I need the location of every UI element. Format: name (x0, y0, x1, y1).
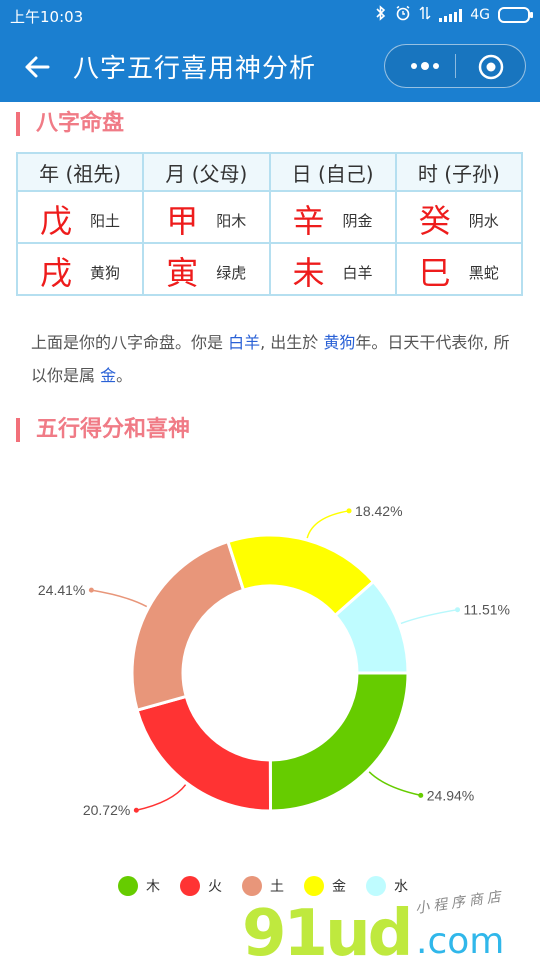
slice-火[interactable] (135, 694, 273, 813)
leader-dot-水 (455, 607, 461, 613)
slice-木[interactable] (268, 671, 410, 813)
close-miniprogram-button[interactable] (477, 53, 505, 81)
legend-swatch (366, 876, 386, 896)
branch-cell-day: 未白羊 (268, 242, 397, 296)
page-title: 八字五行喜用神分析 (73, 54, 317, 84)
desc-animal-link[interactable]: 白羊 (228, 333, 260, 352)
stem-cell-hour: 癸阴水 (394, 190, 524, 244)
status-icons: 4G (375, 5, 533, 25)
bazi-header-row: 年 (祖先) 月 (父母) 日 (自己) 时 (子孙) (15, 152, 524, 192)
branch-char: 未 (292, 254, 325, 292)
stem-char: 癸 (418, 202, 451, 240)
legend-swatch (118, 876, 138, 896)
legend-item-土[interactable]: 土 (242, 876, 284, 896)
stem-char: 辛 (292, 202, 325, 240)
status-bar: 上午10:03 4G (0, 0, 540, 32)
status-time: 上午10:03 (10, 8, 84, 26)
stem-char: 戊 (40, 202, 73, 240)
leader-line-火 (136, 784, 187, 811)
legend-swatch (180, 876, 200, 896)
leader-dot-金 (346, 508, 352, 514)
branch-char: 寅 (166, 254, 199, 292)
branch-label: 绿虎 (216, 264, 247, 282)
section-title-bazi: 八字命盘 (16, 112, 124, 136)
legend-item-木[interactable]: 木 (118, 876, 160, 896)
branch-char: 巳 (418, 254, 451, 292)
data-label-土: 24.41% (38, 582, 85, 598)
bazi-description: 上面是你的八字命盘。你是 白羊, 出生於 黄狗年。日天干代表你, 所以你是属 金… (31, 326, 511, 392)
more-dots-icon (411, 62, 439, 70)
leader-line-金 (306, 510, 350, 539)
stem-cell-month: 甲阳木 (142, 190, 271, 244)
branch-cell-month: 寅绿虎 (142, 242, 271, 296)
capsule-menu (384, 44, 526, 88)
stem-cell-year: 戊阳土 (15, 190, 145, 244)
desc-year-link[interactable]: 黄狗 (323, 333, 355, 352)
stem-label: 阳木 (216, 212, 247, 230)
legend-item-金[interactable]: 金 (304, 876, 346, 896)
legend-label: 木 (146, 879, 160, 895)
leader-line-木 (368, 771, 421, 797)
data-label-金: 18.42% (355, 503, 402, 519)
desc-text: , 出生於 (260, 333, 324, 352)
alarm-icon (395, 5, 411, 25)
legend-item-火[interactable]: 火 (180, 876, 222, 896)
desc-text: 上面是你的八字命盘。你是 (31, 333, 229, 352)
data-label-火: 20.72% (83, 802, 130, 818)
close-circle-icon (478, 54, 504, 80)
legend-label: 水 (394, 879, 408, 895)
branch-row: 戌黄狗 寅绿虎 未白羊 巳黑蛇 (15, 242, 524, 296)
stem-label: 阴金 (342, 212, 373, 230)
bazi-table: 年 (祖先) 月 (父母) 日 (自己) 时 (子孙) 戊阳土 甲阳木 辛阴金 … (15, 152, 524, 296)
section-title-wuxing: 五行得分和喜神 (16, 418, 190, 442)
branch-label: 白羊 (342, 264, 373, 282)
stem-label: 阴水 (468, 212, 499, 230)
data-label-木: 24.94% (427, 787, 474, 803)
svg-text:91ud: 91ud (242, 897, 410, 960)
leader-dot-木 (418, 792, 424, 798)
bluetooth-icon (375, 5, 387, 25)
branch-label: 黄狗 (90, 264, 121, 282)
legend-item-水[interactable]: 水 (366, 876, 408, 896)
wuxing-donut-chart: 24.94% 20.72% 24.41% 18.42% 11.51% (38, 503, 510, 818)
branch-char: 戌 (40, 254, 73, 292)
branch-cell-hour: 巳黑蛇 (394, 242, 524, 296)
desc-element-link[interactable]: 金 (100, 366, 116, 385)
leader-line-水 (400, 608, 458, 625)
leader-dot-火 (133, 807, 139, 813)
stem-char: 甲 (166, 202, 199, 240)
data-transfer-icon (419, 5, 431, 25)
chart-legend: 木火土金水 (118, 876, 408, 896)
network-type: 4G (470, 7, 490, 23)
leader-line-土 (91, 589, 148, 608)
signal-strength-icon (439, 8, 463, 22)
leader-dot-土 (88, 587, 94, 593)
stem-cell-day: 辛阴金 (268, 190, 397, 244)
stem-label: 阳土 (90, 212, 121, 230)
legend-label: 火 (208, 879, 222, 895)
battery-icon (498, 7, 533, 23)
legend-swatch (242, 876, 262, 896)
legend-label: 土 (270, 879, 284, 895)
capsule-divider (455, 54, 456, 78)
header-hour: 时 (子孙) (394, 152, 524, 192)
navigation-bar: 八字五行喜用神分析 (0, 32, 540, 102)
back-arrow-icon (25, 56, 50, 78)
svg-text:.com: .com (416, 921, 504, 960)
back-button[interactable] (22, 52, 52, 82)
svg-text:小程序商店: 小程序商店 (414, 889, 505, 917)
more-button[interactable] (405, 54, 445, 78)
slice-土[interactable] (130, 539, 246, 713)
header-month: 月 (父母) (142, 152, 271, 192)
branch-cell-year: 戌黄狗 (15, 242, 145, 296)
data-label-水: 11.51% (464, 602, 510, 618)
site-watermark: 91ud .com 小程序商店 (242, 889, 506, 960)
desc-text: 。 (116, 366, 133, 385)
header-year: 年 (祖先) (15, 152, 145, 192)
legend-swatch (304, 876, 324, 896)
legend-label: 金 (332, 879, 346, 895)
header-day: 日 (自己) (268, 152, 397, 192)
branch-label: 黑蛇 (468, 264, 499, 282)
stem-row: 戊阳土 甲阳木 辛阴金 癸阴水 (15, 190, 524, 244)
